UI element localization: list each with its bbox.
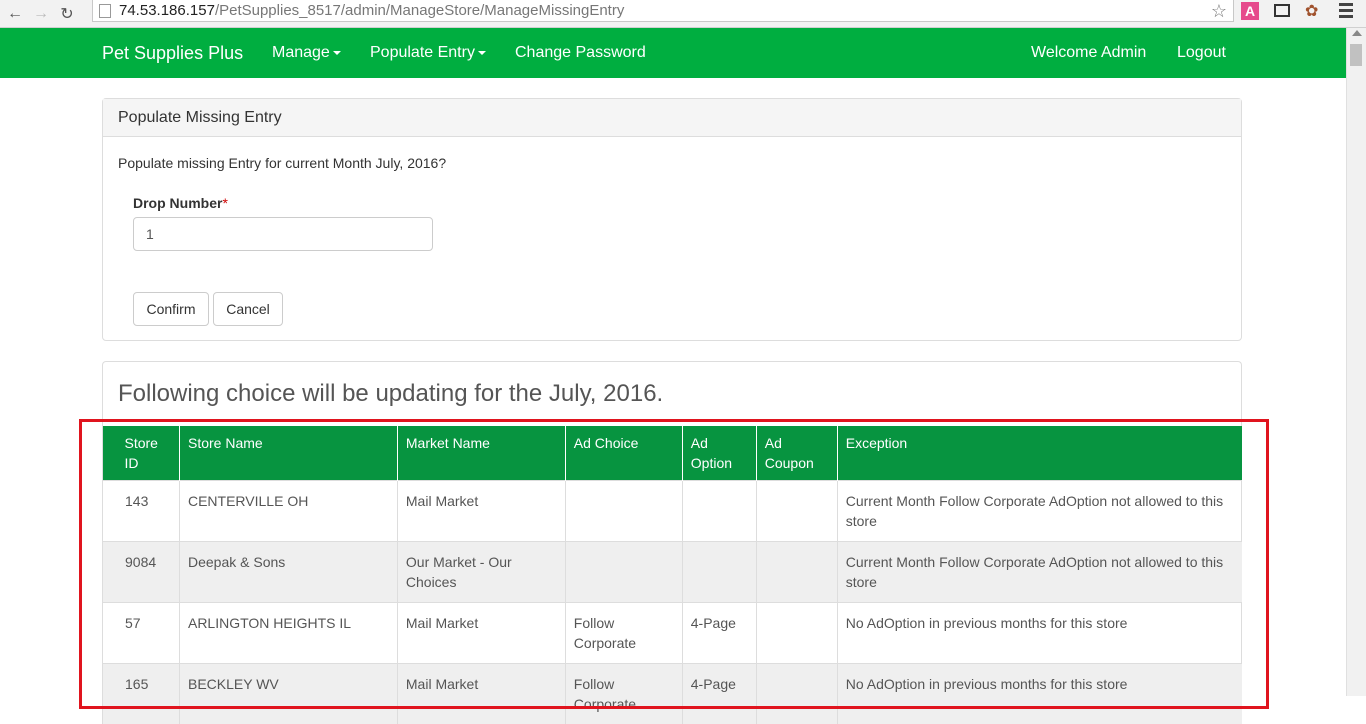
nav-manage[interactable]: Manage [272, 44, 341, 62]
nav-change-password[interactable]: Change Password [515, 44, 646, 62]
cell-ad-coupon [756, 603, 837, 664]
browser-menu-icon[interactable] [1339, 3, 1353, 21]
exception-line: store [846, 574, 877, 590]
cell-store-id: 57 [103, 603, 180, 664]
nav-manage-label: Manage [272, 44, 330, 61]
th-text: Store [125, 435, 158, 451]
market-line: Our Market - Our [406, 554, 512, 570]
nav-populate-entry[interactable]: Populate Entry [370, 44, 486, 62]
cell-ad-choice [565, 542, 682, 603]
bug-extension-icon[interactable]: ✿ [1305, 1, 1318, 21]
drop-number-label: Drop Number* [133, 195, 228, 211]
cell-market-name: Mail Market [397, 664, 565, 724]
table-row: 9084 Deepak & Sons Our Market - Our Choic… [103, 542, 1243, 603]
cell-ad-choice [565, 481, 682, 542]
th-text: Option [691, 455, 732, 471]
confirm-button[interactable]: Confirm [133, 292, 209, 326]
th-exception[interactable]: Exception [837, 426, 1242, 481]
cell-ad-option: 4-Page [682, 664, 756, 724]
exception-line: store [846, 513, 877, 529]
table-row: 165 BECKLEY WV Mail Market Follow Corpora… [103, 664, 1243, 724]
cell-ad-option [682, 542, 756, 603]
th-market-name[interactable]: Market Name [397, 426, 565, 481]
cell-store-id: 9084 [103, 542, 180, 603]
ad-choice-line: Corporate [574, 696, 636, 712]
th-text: Ad [691, 435, 708, 451]
cast-icon[interactable] [1274, 4, 1290, 17]
th-ad-choice[interactable]: Ad Choice [565, 426, 682, 481]
page-icon [99, 4, 111, 18]
th-text: Coupon [765, 455, 814, 471]
cell-ad-option [682, 481, 756, 542]
cell-ad-coupon [756, 664, 837, 724]
store-table: Store ID Store Name Market Name Ad Choice… [102, 426, 1242, 724]
bookmark-star-icon[interactable]: ☆ [1211, 1, 1227, 22]
cell-ad-choice: Follow Corporate [565, 603, 682, 664]
cell-exception: Current Month Follow Corporate AdOption … [837, 481, 1242, 542]
th-text: Ad [765, 435, 782, 451]
cell-ad-coupon [756, 481, 837, 542]
populate-question: Populate missing Entry for current Month… [118, 155, 446, 171]
cell-market-name: Mail Market [397, 603, 565, 664]
caret-down-icon [478, 51, 486, 55]
nav-welcome[interactable]: Welcome Admin [1031, 44, 1146, 62]
address-bar[interactable]: 74.53.186.157/PetSupplies_8517/admin/Man… [92, 0, 1234, 22]
drop-number-input[interactable] [133, 217, 433, 251]
th-text: ID [125, 455, 139, 471]
main-navbar: Pet Supplies Plus Manage Populate Entry … [0, 28, 1346, 78]
panel-heading: Populate Missing Entry [103, 99, 1241, 137]
cell-exception: No AdOption in previous months for this … [837, 603, 1242, 664]
cell-store-name: Deepak & Sons [179, 542, 397, 603]
ad-choice-line: Follow [574, 676, 614, 692]
populate-panel: Populate Missing Entry Populate missing … [102, 98, 1242, 341]
cell-store-name: ARLINGTON HEIGHTS IL [179, 603, 397, 664]
scroll-up-arrow-icon[interactable] [1352, 30, 1362, 36]
cancel-button[interactable]: Cancel [213, 292, 283, 326]
table-row: 57 ARLINGTON HEIGHTS IL Mail Market Foll… [103, 603, 1243, 664]
caret-down-icon [333, 51, 341, 55]
th-ad-coupon[interactable]: Ad Coupon [756, 426, 837, 481]
brand-link[interactable]: Pet Supplies Plus [102, 43, 243, 64]
cell-ad-choice: Follow Corporate [565, 664, 682, 724]
back-arrow-icon[interactable]: ← [4, 3, 26, 25]
cell-store-name: CENTERVILLE OH [179, 481, 397, 542]
forward-arrow-icon[interactable]: → [30, 3, 52, 25]
th-store-name[interactable]: Store Name [179, 426, 397, 481]
ad-choice-line: Follow [574, 615, 614, 631]
drop-number-label-text: Drop Number [133, 195, 222, 211]
url-path: /PetSupplies_8517/admin/ManageStore/Mana… [215, 2, 624, 19]
cell-market-name: Mail Market [397, 481, 565, 542]
ad-choice-line: Corporate [574, 635, 636, 651]
th-store-id[interactable]: Store ID [103, 426, 180, 481]
cell-store-id: 165 [103, 664, 180, 724]
market-line: Choices [406, 574, 457, 590]
scroll-thumb[interactable] [1350, 44, 1362, 66]
cell-store-id: 143 [103, 481, 180, 542]
cell-store-name: BECKLEY WV [179, 664, 397, 724]
exception-line: Current Month Follow Corporate AdOption … [846, 493, 1223, 509]
url-host: 74.53.186.157 [119, 2, 215, 19]
nav-populate-entry-label: Populate Entry [370, 44, 475, 61]
nav-logout[interactable]: Logout [1177, 44, 1226, 62]
table-row: 143 CENTERVILLE OH Mail Market Current M… [103, 481, 1243, 542]
exception-line: Current Month Follow Corporate AdOption … [846, 554, 1223, 570]
cell-exception: Current Month Follow Corporate AdOption … [837, 542, 1242, 603]
table-header-row: Store ID Store Name Market Name Ad Choice… [103, 426, 1243, 481]
browser-toolbar: ← → ↻ 74.53.186.157/PetSupplies_8517/adm… [0, 0, 1366, 28]
cell-exception: No AdOption in previous months for this … [837, 664, 1242, 724]
update-choice-title: Following choice will be updating for th… [118, 380, 663, 408]
th-ad-option[interactable]: Ad Option [682, 426, 756, 481]
cell-ad-option: 4-Page [682, 603, 756, 664]
extension-a-icon[interactable]: A [1241, 2, 1259, 20]
cell-ad-coupon [756, 542, 837, 603]
page-scrollbar[interactable] [1346, 28, 1366, 696]
required-mark: * [222, 195, 227, 211]
cell-market-name: Our Market - Our Choices [397, 542, 565, 603]
reload-icon[interactable]: ↻ [56, 3, 78, 25]
